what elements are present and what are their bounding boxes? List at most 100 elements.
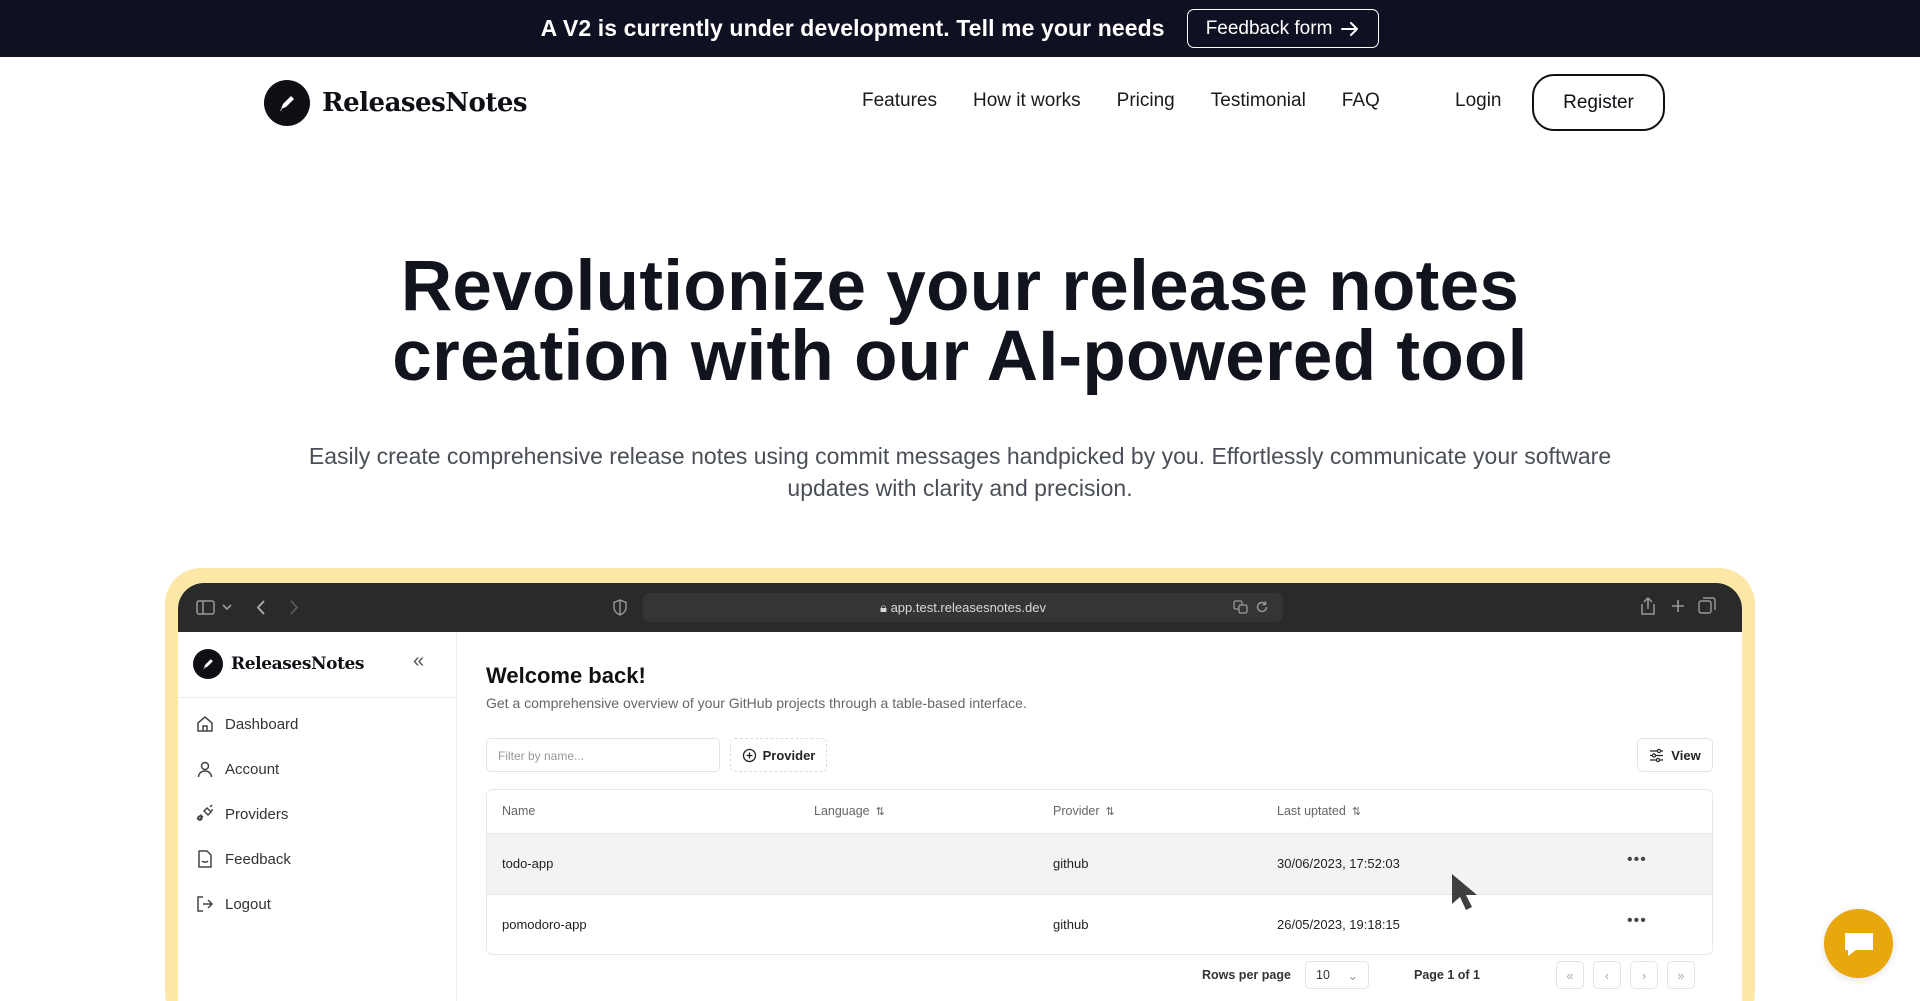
cursor-icon [1452, 874, 1477, 910]
login-link[interactable]: Login [1455, 90, 1502, 112]
back-icon [256, 600, 265, 615]
translate-icon [1233, 600, 1248, 614]
table-header: Name Language ⇅ Provider ⇅ Last uptated ⇅ [487, 790, 1712, 834]
plus-circle-icon [742, 748, 756, 762]
sidebar-item-label: Logout [225, 895, 271, 913]
table-row[interactable]: todo-app github 30/06/2023, 17:52:03 ••• [487, 834, 1712, 894]
lock-icon: 🔒︎ [880, 600, 891, 615]
page-info: Page 1 of 1 [1414, 968, 1480, 982]
address-url: 🔒︎ app.test.releasesnotes.dev [643, 600, 1283, 616]
sidebar-item-providers[interactable]: Providers [195, 804, 288, 824]
sliders-icon [1650, 748, 1664, 762]
nav-link-pricing[interactable]: Pricing [1117, 90, 1175, 112]
cell-last-updated: 26/05/2023, 19:18:15 [1277, 917, 1400, 932]
shield-icon [613, 599, 627, 616]
column-last-updated[interactable]: Last uptated ⇅ [1277, 804, 1361, 818]
view-options-label: View [1671, 747, 1701, 763]
announcement-text: A V2 is currently under development. Tel… [540, 15, 1165, 41]
chat-button[interactable] [1824, 909, 1893, 978]
column-provider-label: Provider [1053, 804, 1100, 818]
cell-name: todo-app [502, 856, 554, 871]
sidebar-item-label: Account [225, 760, 280, 778]
sidebar-item-label: Dashboard [225, 715, 299, 733]
column-name[interactable]: Name [502, 804, 535, 818]
nav-link-faq[interactable]: FAQ [1342, 90, 1380, 112]
brand-link[interactable]: ReleasesNotes [264, 80, 528, 126]
sidebar-item-account[interactable]: Account [195, 759, 279, 779]
hero-title-line-1: Revolutionize your release notes [400, 247, 1520, 326]
forward-icon [290, 600, 299, 615]
tabs-overview-icon [1698, 597, 1716, 614]
welcome-subtitle: Get a comprehensive overview of your Git… [486, 695, 1027, 711]
reload-icon [1256, 601, 1268, 613]
previous-page-button[interactable]: ‹ [1593, 961, 1621, 989]
row-actions-icon[interactable]: ••• [1627, 851, 1647, 869]
app-sidebar: ReleasesNotes « Dashboard Account Provid… [178, 632, 457, 1001]
collapse-sidebar-icon[interactable]: « [413, 650, 424, 673]
column-name-label: Name [502, 804, 536, 818]
sidebar-item-logout[interactable]: Logout [195, 894, 271, 914]
app-brand[interactable]: ReleasesNotes [193, 649, 365, 679]
sidebar-item-feedback[interactable]: Feedback [195, 849, 291, 869]
hero-title-line-2: creation with our AI-powered tool [392, 317, 1528, 396]
address-bar[interactable]: 🔒︎ app.test.releasesnotes.dev [643, 593, 1283, 622]
projects-table: Name Language ⇅ Provider ⇅ Last uptated ⇅ t… [486, 789, 1713, 955]
sidebar-item-label: Providers [225, 805, 289, 823]
provider-filter-label: Provider [762, 747, 816, 763]
next-page-button[interactable]: › [1630, 961, 1658, 989]
table-row[interactable]: pomodoro-app github 26/05/2023, 19:18:15… [487, 894, 1712, 954]
announcement-bar: A V2 is currently under development. Tel… [0, 0, 1920, 57]
hero-title: Revolutionize your release notes creatio… [0, 247, 1920, 396]
chevron-down-icon [222, 604, 232, 611]
provider-filter-button[interactable]: Provider [730, 738, 827, 772]
hero-subtitle-line-2: updates with clarity and precision. [787, 475, 1133, 501]
app-main: Welcome back! Get a comprehensive overvi… [457, 632, 1742, 1001]
feedback-file-icon [198, 850, 212, 868]
column-language[interactable]: Language ⇅ [814, 804, 885, 818]
welcome-title: Welcome back! [486, 663, 646, 688]
rows-per-page-value: 10 [1316, 968, 1330, 982]
plug-icon [196, 804, 214, 822]
preview-browser: 🔒︎ app.test.releasesnotes.dev ReleasesNo… [178, 583, 1742, 1001]
cell-name: pomodoro-app [502, 917, 587, 932]
last-page-button[interactable]: » [1667, 961, 1695, 989]
main-nav: ReleasesNotes Features How it works Pric… [0, 57, 1920, 147]
nav-link-how-it-works[interactable]: How it works [973, 90, 1081, 112]
arrow-right-icon [1341, 21, 1359, 36]
pen-logo-icon [193, 649, 223, 679]
user-icon [197, 761, 213, 778]
cell-provider: github [1053, 856, 1089, 871]
sort-icon: ⇅ [1105, 805, 1115, 818]
brand-name: ReleasesNotes [322, 88, 528, 118]
rows-per-page-label: Rows per page [1202, 968, 1291, 982]
register-button[interactable]: Register [1532, 74, 1665, 131]
rows-per-page-select[interactable]: 10 ⌄ [1305, 961, 1369, 989]
cell-provider: github [1053, 917, 1089, 932]
cell-last-updated: 30/06/2023, 17:52:03 [1277, 856, 1400, 871]
hero-subtitle-line-1: Easily create comprehensive release note… [308, 443, 1612, 469]
feedback-form-label: Feedback form [1205, 17, 1333, 39]
nav-link-testimonial[interactable]: Testimonial [1211, 90, 1306, 112]
nav-links: Features How it works Pricing Testimonia… [862, 90, 1380, 112]
chevron-down-icon: ⌄ [1347, 969, 1358, 983]
view-options-button[interactable]: View [1637, 738, 1713, 772]
sidebar-item-label: Feedback [225, 850, 291, 868]
browser-toolbar: 🔒︎ app.test.releasesnotes.dev [178, 583, 1742, 632]
column-last-updated-label: Last uptated [1277, 804, 1346, 818]
sidebar-divider [178, 697, 457, 698]
feedback-form-button[interactable]: Feedback form [1186, 9, 1380, 48]
sidebar-item-dashboard[interactable]: Dashboard [195, 714, 298, 734]
first-page-button[interactable]: « [1556, 961, 1584, 989]
new-tab-icon [1672, 600, 1684, 612]
sort-icon: ⇅ [875, 805, 885, 818]
url-text: app.test.releasesnotes.dev [890, 600, 1046, 615]
home-icon [197, 716, 213, 732]
column-provider[interactable]: Provider ⇅ [1053, 804, 1115, 818]
nav-link-features[interactable]: Features [862, 90, 937, 112]
app-brand-name: ReleasesNotes [231, 654, 365, 674]
hero-subtitle: Easily create comprehensive release note… [260, 440, 1660, 504]
column-language-label: Language [814, 804, 870, 818]
share-icon [1641, 596, 1655, 615]
row-actions-icon[interactable]: ••• [1627, 912, 1647, 930]
filter-input[interactable]: Filter by name... [486, 738, 720, 772]
